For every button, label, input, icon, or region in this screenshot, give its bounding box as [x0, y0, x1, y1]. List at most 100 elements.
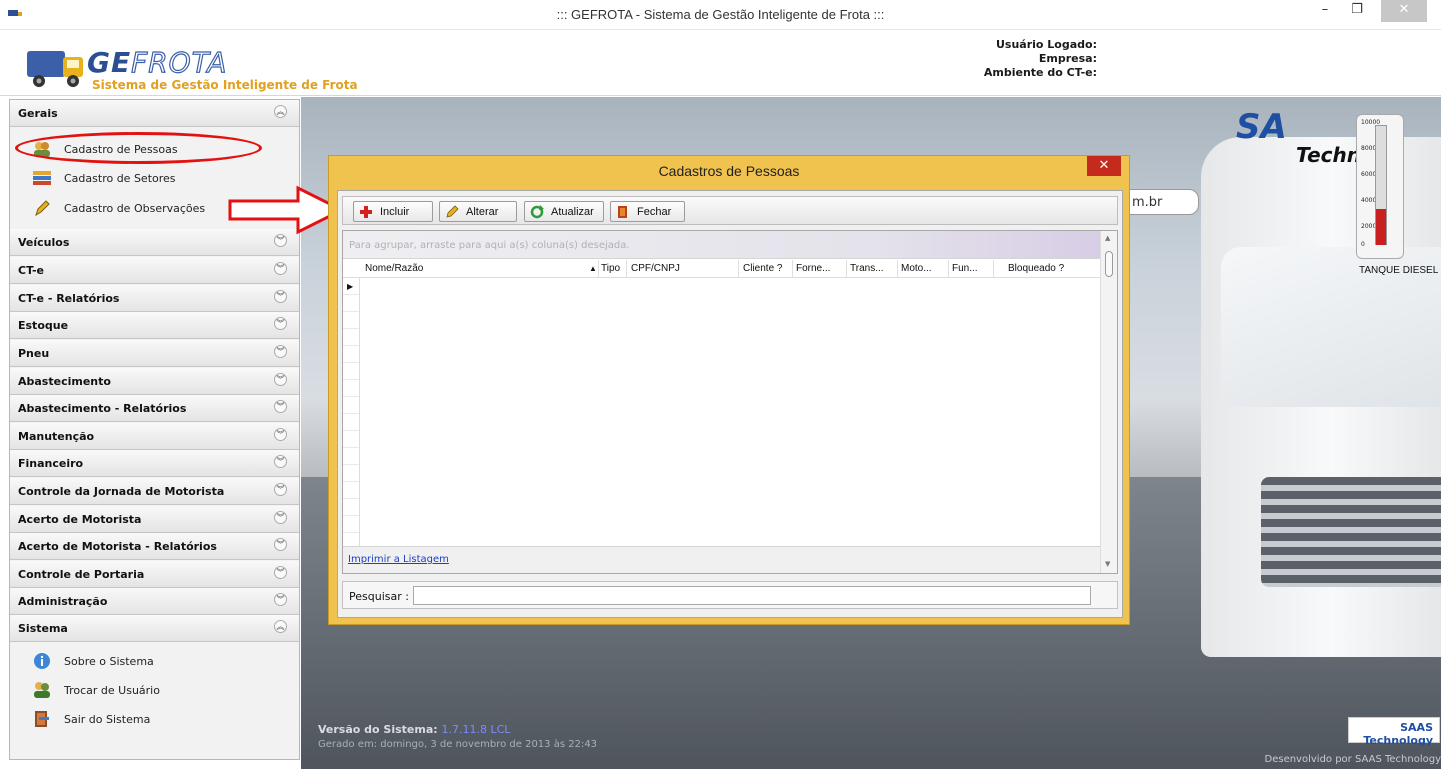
expand-chevron-icon[interactable]: ︾	[274, 234, 287, 247]
col-tipo[interactable]: Tipo	[601, 263, 620, 274]
atualizar-button[interactable]: Atualizar	[524, 201, 604, 222]
sidebar-group-cte[interactable]: CT-e ︾	[10, 257, 299, 284]
incluir-button[interactable]: Incluir	[353, 201, 433, 222]
expand-chevron-icon[interactable]: ︾	[274, 317, 287, 330]
collapse-chevron-icon[interactable]: ︽	[274, 620, 287, 633]
sidebar-group-abastecimento-relatorios[interactable]: Abastecimento - Relatórios ︾	[10, 395, 299, 422]
expand-chevron-icon[interactable]: ︾	[274, 345, 287, 358]
gauge-tick: 2000	[1361, 223, 1377, 230]
group-hint: Para agrupar, arraste para aqui a(s) col…	[349, 240, 630, 251]
door-exit-icon	[618, 206, 627, 218]
highlight-oval	[15, 132, 262, 164]
saas-logo: SA Techn	[1236, 107, 1361, 167]
close-window-button[interactable]: ✕	[1381, 0, 1427, 22]
group-label: Veículos	[18, 236, 70, 249]
sidebar-item-label: Sobre o Sistema	[64, 655, 154, 668]
search-input[interactable]	[413, 586, 1091, 605]
col-separator	[738, 260, 739, 278]
row-indicator-column: ▶	[343, 278, 360, 546]
atualizar-label: Atualizar	[551, 206, 594, 218]
grid-vertical-scrollbar[interactable]: ▲ ▼	[1100, 231, 1117, 573]
expand-chevron-icon[interactable]: ︾	[274, 428, 287, 441]
cte-env-label: Ambiente do CT-e:	[983, 66, 1097, 79]
expand-chevron-icon[interactable]: ︾	[274, 373, 287, 386]
expand-chevron-icon[interactable]: ︾	[274, 290, 287, 303]
dialog-title: Cadastros de Pessoas	[658, 163, 800, 179]
col-separator	[792, 260, 793, 278]
expand-chevron-icon[interactable]: ︾	[274, 511, 287, 524]
sidebar-group-gerais[interactable]: Gerais ︽	[10, 100, 299, 127]
group-label: Controle de Portaria	[18, 568, 145, 581]
expand-chevron-icon[interactable]: ︾	[274, 262, 287, 275]
brand-part-frota: FROTA	[131, 45, 228, 79]
sidebar-item-label: Cadastro de Setores	[64, 172, 176, 185]
version-info: Versão do Sistema: 1.7.11.8 LCL	[318, 723, 510, 736]
expand-chevron-icon[interactable]: ︾	[274, 566, 287, 579]
col-motorista[interactable]: Moto...	[901, 263, 932, 274]
dialog-body: Incluir Alterar Atualizar Fechar Para ag…	[337, 190, 1123, 618]
sidebar-group-acerto-motorista[interactable]: Acerto de Motorista ︾	[10, 506, 299, 533]
fechar-button[interactable]: Fechar	[610, 201, 685, 222]
sidebar-group-manutencao[interactable]: Manutenção ︾	[10, 423, 299, 450]
col-nome-razao[interactable]: Nome/Razão	[365, 263, 423, 274]
brand-part-ge: GE	[87, 46, 132, 79]
gauge-tick: 0	[1361, 241, 1365, 248]
print-listing-link[interactable]: Imprimir a Listagem	[348, 554, 449, 565]
expand-chevron-icon[interactable]: ︾	[274, 593, 287, 606]
sidebar-group-abastecimento[interactable]: Abastecimento ︾	[10, 368, 299, 395]
col-funcionario[interactable]: Fun...	[952, 263, 978, 274]
col-transportador[interactable]: Trans...	[850, 263, 884, 274]
sidebar-group-sistema[interactable]: Sistema ︽	[10, 615, 299, 642]
col-separator	[598, 260, 599, 278]
sidebar-item-label: Cadastro de Observações	[64, 202, 206, 215]
collapse-chevron-icon[interactable]: ︽	[274, 105, 287, 118]
sidebar-group-cte-relatorios[interactable]: CT-e - Relatórios ︾	[10, 285, 299, 312]
group-label: Gerais	[18, 107, 58, 120]
group-label: Abastecimento - Relatórios	[18, 402, 187, 415]
minimize-button[interactable]: –	[1310, 0, 1340, 22]
col-separator	[897, 260, 898, 278]
refresh-icon	[530, 205, 544, 219]
group-label: CT-e - Relatórios	[18, 292, 120, 305]
group-by-panel[interactable]: Para agrupar, arraste para aqui a(s) col…	[343, 231, 1100, 259]
alterar-button[interactable]: Alterar	[439, 201, 517, 222]
sidebar-group-controle-portaria[interactable]: Controle de Portaria ︾	[10, 561, 299, 588]
scroll-up-icon[interactable]: ▲	[1105, 234, 1110, 242]
expand-chevron-icon[interactable]: ︾	[274, 538, 287, 551]
expand-chevron-icon[interactable]: ︾	[274, 400, 287, 413]
incluir-label: Incluir	[380, 206, 410, 218]
current-row-pointer-icon: ▶	[347, 282, 354, 291]
saas-logo-tech: Techn	[1296, 143, 1361, 167]
col-cpf-cnpj[interactable]: CPF/CNPJ	[631, 263, 680, 274]
window-title: ::: GEFROTA - Sistema de Gestão Intelige…	[556, 7, 885, 22]
sidebar-group-acerto-motorista-relatorios[interactable]: Acerto de Motorista - Relatórios ︾	[10, 533, 299, 560]
info-icon	[34, 653, 50, 669]
dialog-close-button[interactable]: ✕	[1087, 156, 1121, 176]
group-label: Abastecimento	[18, 375, 111, 388]
sidebar-group-jornada-motorista[interactable]: Controle da Jornada de Motorista ︾	[10, 478, 299, 505]
sidebar-group-administracao[interactable]: Administração ︾	[10, 588, 299, 615]
sidebar-item-sobre-sistema[interactable]: Sobre o Sistema	[28, 648, 288, 674]
col-bloqueado[interactable]: Bloqueado ?	[1008, 263, 1064, 274]
user-logged-label: Usuário Logado:	[995, 38, 1097, 51]
col-fornecedor[interactable]: Forne...	[796, 263, 830, 274]
sidebar-item-trocar-usuario[interactable]: Trocar de Usuário	[28, 677, 288, 703]
sidebar-item-label: Trocar de Usuário	[64, 684, 160, 697]
expand-chevron-icon[interactable]: ︾	[274, 455, 287, 468]
sidebar-group-pneu[interactable]: Pneu ︾	[10, 340, 299, 367]
scroll-down-icon[interactable]: ▼	[1105, 560, 1110, 568]
fechar-label: Fechar	[637, 206, 672, 218]
group-label: Manutenção	[18, 430, 95, 443]
expand-chevron-icon[interactable]: ︾	[274, 483, 287, 496]
gefrota-logo: GEFROTA Sistema de Gestão Inteligente de…	[25, 41, 405, 93]
maximize-button[interactable]: ❐	[1342, 0, 1372, 22]
col-cliente[interactable]: Cliente ?	[743, 263, 782, 274]
scroll-thumb[interactable]	[1105, 251, 1113, 277]
col-separator	[846, 260, 847, 278]
sidebar-item-sair-sistema[interactable]: Sair do Sistema	[28, 706, 288, 732]
sidebar-group-estoque[interactable]: Estoque ︾	[10, 312, 299, 339]
alterar-label: Alterar	[466, 206, 499, 218]
cadastro-pessoas-dialog: Cadastros de Pessoas ✕ Incluir Alterar A…	[328, 155, 1130, 625]
gauge-tick: 6000	[1361, 171, 1377, 178]
sidebar-group-financeiro[interactable]: Financeiro ︾	[10, 450, 299, 477]
